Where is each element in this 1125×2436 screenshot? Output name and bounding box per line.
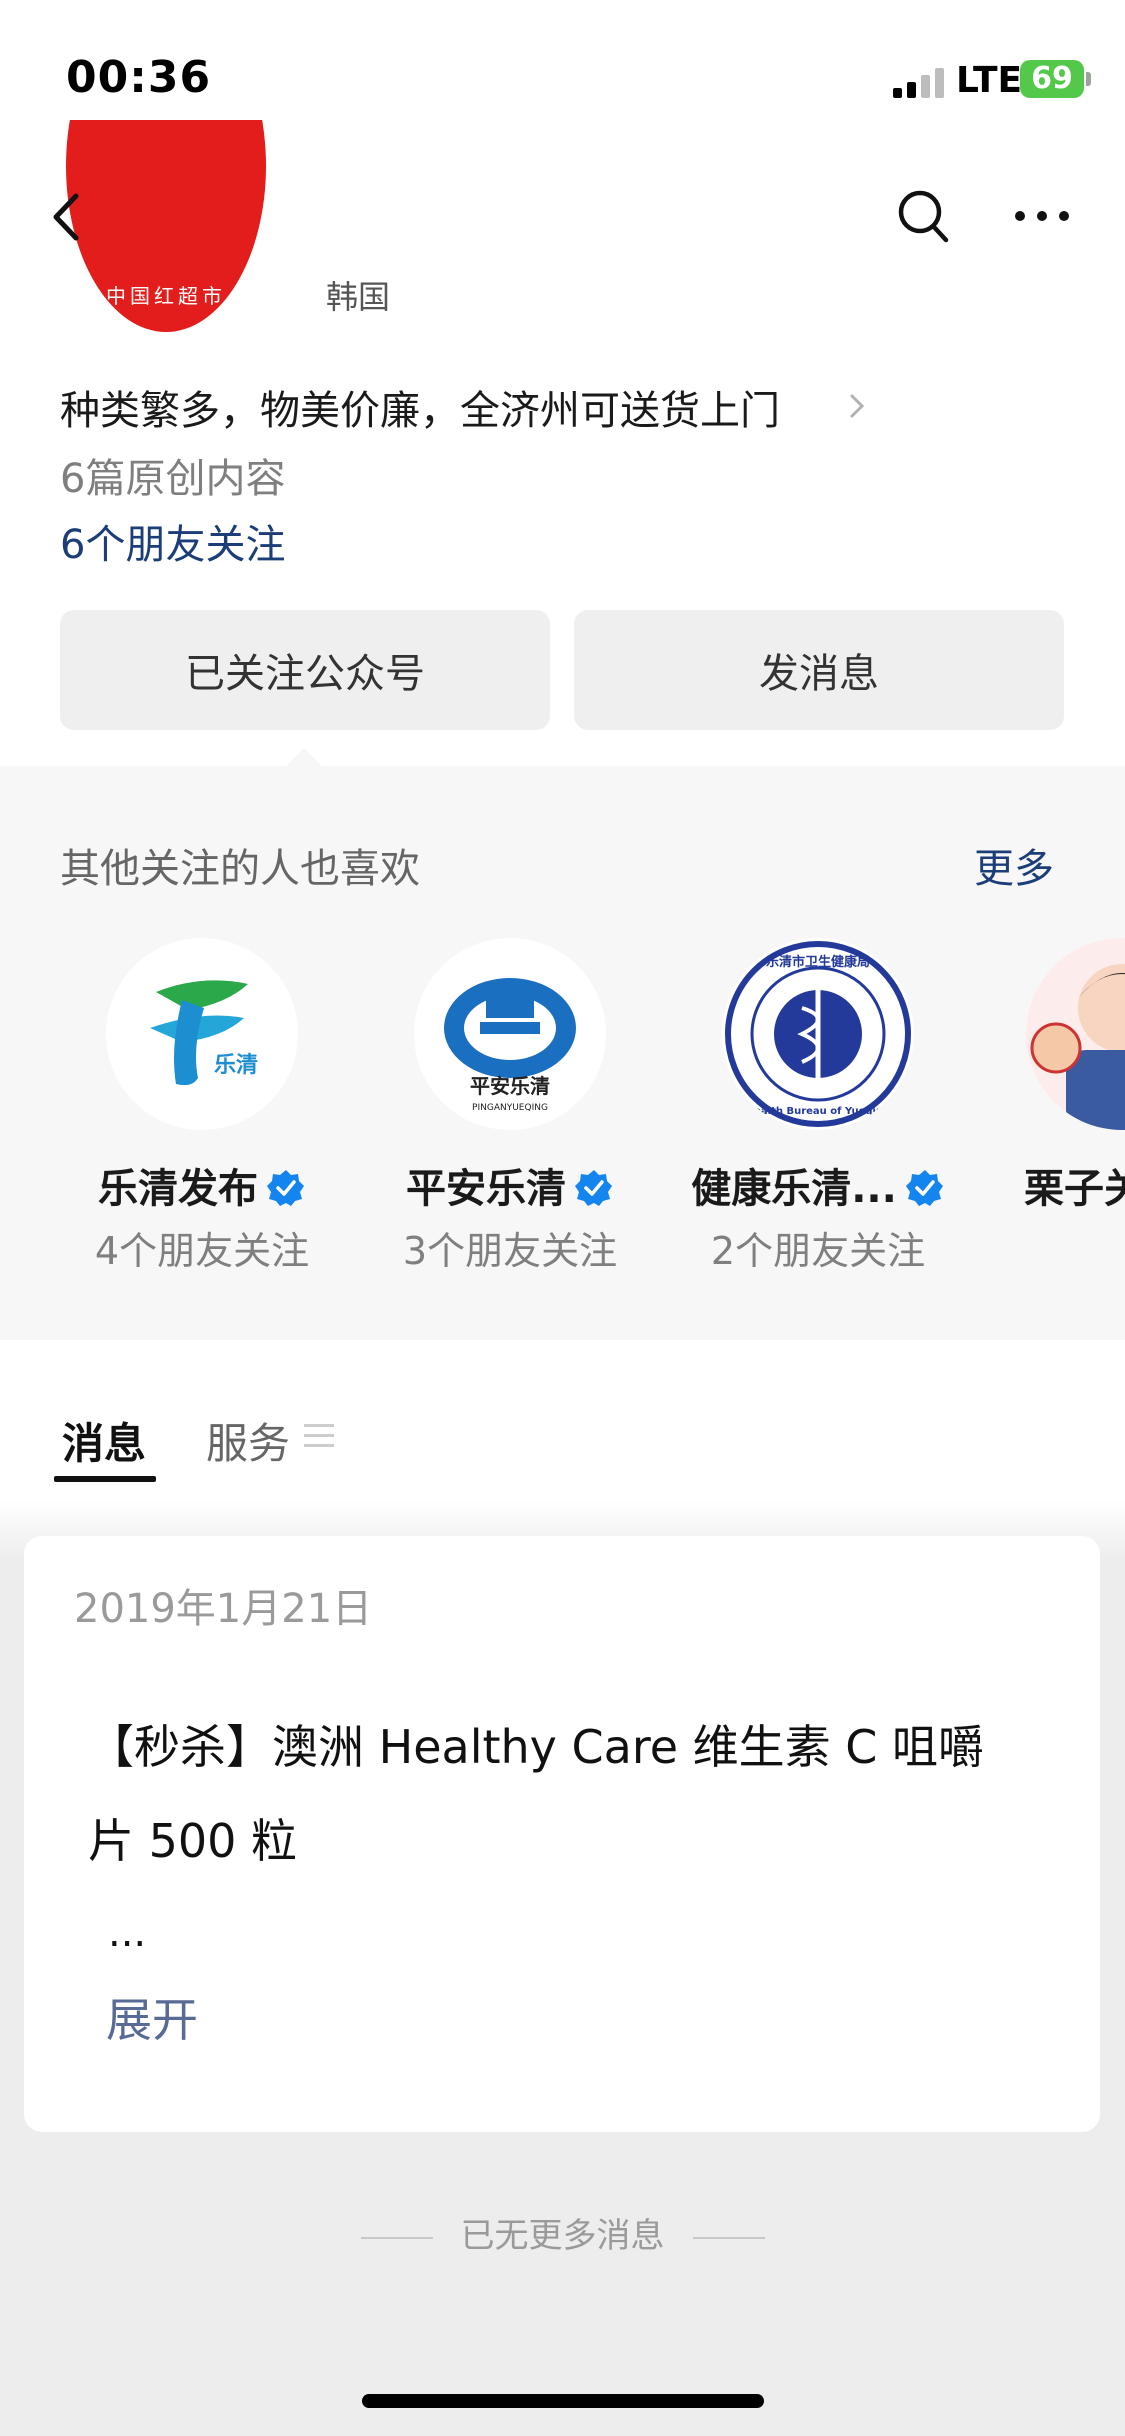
tab-services[interactable]: 服务 <box>206 1410 290 1471</box>
battery-tip <box>1086 72 1091 86</box>
account-name: 韩国 <box>326 278 391 316</box>
search-icon <box>898 190 949 243</box>
verified-icon <box>267 1170 304 1206</box>
no-more-messages: 已无更多消息 <box>0 2208 1125 2257</box>
recommendation-name: 平安乐清 <box>360 1156 660 1214</box>
recommendation-count: 2个朋友关注 <box>710 1229 926 1273</box>
tab-active-indicator <box>54 1476 156 1482</box>
recommendation-name: 乐清发布 <box>52 1156 352 1214</box>
pingan-leqing-logo: 平安乐清 PINGANYUEQING <box>414 938 606 1130</box>
menu-icon <box>304 1422 334 1450</box>
message-title[interactable]: 【秒杀】澳洲 Healthy Care 维生素 C 咀嚼片 500 粒 <box>88 1700 1008 1888</box>
more-button[interactable] <box>1010 196 1074 236</box>
account-description[interactable]: 种类繁多，物美价廉，全济州可送货上门 <box>60 378 780 436</box>
followed-button[interactable]: 已关注公众号 <box>60 610 550 730</box>
message-date: 2019年1月21日 <box>74 1586 373 1632</box>
verified-icon <box>575 1170 612 1206</box>
back-button[interactable] <box>48 182 108 252</box>
avatar-text: 中国红超市 <box>106 284 226 308</box>
svg-text:Health Bureau of Yueqing: Health Bureau of Yueqing <box>746 1106 891 1117</box>
recommendation-count: 4个朋友关注 <box>94 1229 310 1273</box>
svg-text:PINGANYUEQING: PINGANYUEQING <box>472 1103 548 1113</box>
search-button[interactable] <box>892 182 956 252</box>
svg-text:乐清: 乐清 <box>214 1052 258 1078</box>
health-bureau-logo: 乐清市卫生健康局 Health Bureau of Yueqing <box>722 938 914 1130</box>
chevron-right-icon[interactable] <box>846 386 870 426</box>
recommendation-name: 栗子关 <box>1024 1166 1125 1212</box>
battery-icon: 69 <box>1020 60 1084 98</box>
recommendation-name: 健康乐清... <box>668 1156 968 1214</box>
tab-messages[interactable]: 消息 <box>62 1410 146 1471</box>
cartoon-avatar <box>1026 938 1125 1130</box>
recommendations-title: 其他关注的人也喜欢 <box>60 846 420 892</box>
more-link[interactable]: 更多 <box>974 836 1054 894</box>
verified-icon <box>905 1170 943 1206</box>
svg-text:乐清市卫生健康局: 乐清市卫生健康局 <box>766 954 870 970</box>
friends-following[interactable]: 6个朋友关注 <box>60 512 285 570</box>
signal-icon <box>893 68 945 98</box>
status-time: 00:36 <box>66 52 212 103</box>
expand-link[interactable]: 展开 <box>106 1984 198 2050</box>
recommendation-count: 3个朋友关注 <box>402 1229 618 1273</box>
original-count: 6篇原创内容 <box>60 456 286 502</box>
more-dots-icon <box>1015 211 1069 221</box>
svg-text:平安乐清: 平安乐清 <box>470 1074 550 1098</box>
send-message-button[interactable]: 发消息 <box>574 610 1064 730</box>
chevron-left-icon <box>53 193 79 241</box>
network-type: LTE <box>956 60 1023 101</box>
panel-pointer <box>286 748 322 766</box>
leqing-fabu-logo: 乐清 <box>106 938 298 1130</box>
message-ellipsis: ... <box>108 1910 147 1956</box>
home-indicator[interactable] <box>362 2394 764 2408</box>
recommendation-card[interactable]: 栗子关 <box>976 938 1125 1338</box>
